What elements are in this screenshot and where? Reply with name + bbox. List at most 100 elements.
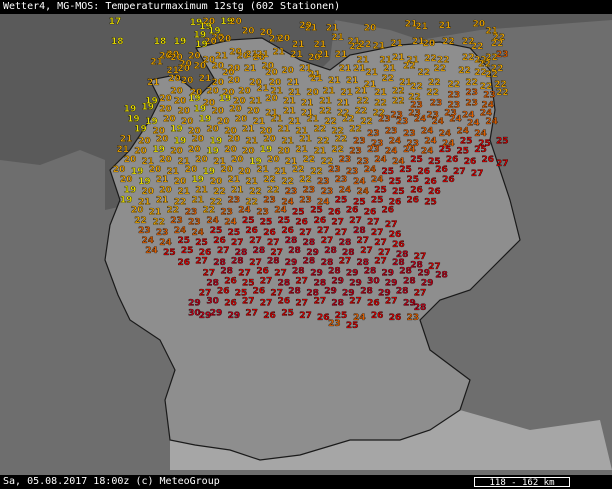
station-temperature: 20 — [174, 97, 187, 107]
station-temperature: 20 — [278, 34, 291, 44]
station-temperature: 22 — [349, 125, 362, 135]
station-temperature: 20 — [192, 135, 205, 145]
station-temperature: 20 — [473, 20, 486, 30]
station-temperature: 26 — [224, 299, 237, 309]
station-temperature: 26 — [410, 185, 423, 195]
station-temperature: 27 — [414, 289, 427, 299]
station-temperature: 29 — [382, 268, 395, 278]
station-temperature: 26 — [256, 266, 269, 276]
station-temperature: 24 — [192, 228, 205, 238]
station-temperature: 28 — [364, 266, 377, 276]
station-temperature: 20 — [178, 107, 191, 117]
station-temperature: 25 — [424, 197, 437, 207]
station-temperature: 17 — [109, 17, 122, 27]
station-temperature: 28 — [360, 287, 373, 297]
station-temperature: 26 — [364, 208, 377, 218]
station-temperature: 27 — [242, 297, 255, 307]
station-temperature: 20 — [228, 135, 241, 145]
station-temperature: 20 — [423, 39, 436, 49]
station-temperature: 27 — [371, 228, 384, 238]
station-temperature: 22 — [442, 37, 455, 47]
station-temperature: 27 — [274, 268, 287, 278]
station-temperature: 24 — [159, 238, 172, 248]
station-temperature: 21 — [339, 64, 352, 74]
station-temperature: 29 — [421, 278, 434, 288]
station-temperature: 27 — [349, 216, 362, 226]
station-temperature: 21 — [117, 145, 130, 155]
station-temperature: 21 — [283, 97, 296, 107]
station-temperature: 25 — [228, 228, 241, 238]
station-temperature: 21 — [373, 41, 386, 51]
station-temperature: 23 — [496, 50, 509, 60]
station-temperature: 27 — [374, 238, 387, 248]
station-temperature: 27 — [260, 299, 273, 309]
station-temperature: 23 — [328, 165, 341, 175]
station-temperature: 24 — [364, 165, 377, 175]
station-temperature: 25 — [392, 187, 405, 197]
station-temperature: 22 — [134, 216, 147, 226]
station-temperature: 27 — [299, 311, 312, 321]
station-temperature: 24 — [353, 177, 366, 187]
station-temperature: 26 — [346, 206, 359, 216]
station-temperature: 27 — [385, 297, 398, 307]
station-temperature: 21 — [337, 98, 350, 108]
station-temperature: 21 — [120, 135, 133, 145]
station-temperature: 29 — [188, 299, 201, 309]
station-temperature: 25 — [260, 218, 273, 228]
station-temperature: 24 — [142, 236, 155, 246]
station-temperature: 23 — [367, 129, 380, 139]
station-temperature: 26 — [442, 175, 455, 185]
station-temperature: 21 — [353, 64, 366, 74]
station-temperature: 20 — [238, 86, 251, 96]
station-temperature: 21 — [178, 187, 191, 197]
station-temperature: 27 — [295, 299, 308, 309]
station-temperature: 22 — [314, 125, 327, 135]
station-temperature: 28 — [288, 246, 301, 256]
station-temperature: 29 — [418, 268, 431, 278]
station-temperature: 20 — [229, 17, 242, 27]
station-temperature: 27 — [496, 159, 509, 169]
station-temperature: 26 — [281, 226, 294, 236]
station-temperature: 21 — [292, 40, 305, 50]
station-temperature: 21 — [323, 86, 336, 96]
station-temperature: 26 — [213, 236, 226, 246]
station-temperature: 21 — [299, 135, 312, 145]
station-temperature: 20 — [242, 26, 255, 36]
station-temperature: 28 — [288, 287, 301, 297]
station-temperature: 22 — [374, 98, 387, 108]
station-temperature: 28 — [403, 277, 416, 287]
station-temperature: 21 — [156, 196, 169, 206]
station-temperature: 20 — [185, 165, 198, 175]
station-temperature: 28 — [303, 256, 316, 266]
station-temperature: 22 — [392, 86, 405, 96]
station-temperature: 25 — [292, 208, 305, 218]
station-temperature: 21 — [147, 78, 160, 88]
title-bar: Wetter4, MG-MOS: Temperaturmaximum 12stg… — [0, 0, 612, 14]
station-temperature: 26 — [295, 218, 308, 228]
station-temperature: 21 — [231, 185, 244, 195]
station-temperature: 26 — [464, 157, 477, 167]
station-temperature: 20 — [228, 76, 241, 86]
station-temperature: 21 — [287, 78, 300, 88]
station-temperature: 22 — [465, 78, 478, 88]
station-temperature: 30 — [367, 277, 380, 287]
station-temperature: 19 — [192, 175, 205, 185]
station-temperature: 20 — [149, 165, 162, 175]
station-temperature: 23 — [228, 196, 241, 206]
station-temperature: 26 — [482, 155, 495, 165]
station-temperature: 20 — [170, 86, 183, 96]
station-temperature: 25 — [210, 226, 223, 236]
station-temperature: 21 — [281, 137, 294, 147]
station-temperature: 23 — [317, 177, 330, 187]
station-temperature: 20 — [181, 76, 194, 86]
station-temperature: 28 — [353, 226, 366, 236]
station-temperature: 22 — [428, 78, 441, 88]
station-temperature: 20 — [364, 24, 377, 34]
station-temperature: 23 — [353, 137, 366, 147]
station-temperature: 21 — [346, 76, 359, 86]
station-temperature: 23 — [483, 91, 496, 101]
station-temperature: 26 — [418, 167, 431, 177]
station-temperature: 21 — [301, 98, 314, 108]
station-temperature: 26 — [382, 206, 395, 216]
station-temperature: 22 — [331, 145, 344, 155]
